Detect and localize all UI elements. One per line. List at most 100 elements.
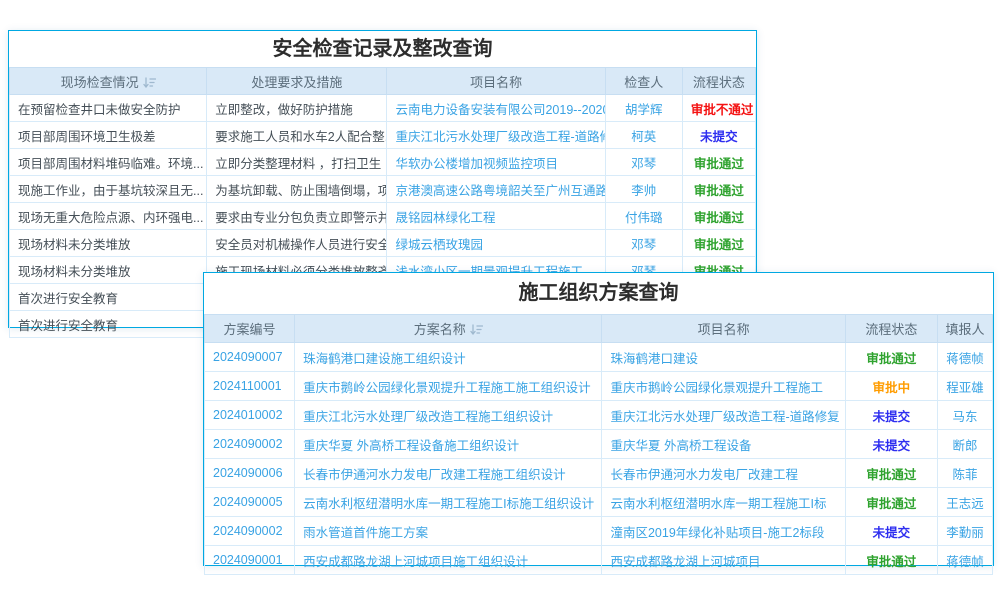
cell-inspector[interactable]: 邓琴 [605, 149, 682, 176]
cell-status: 未提交 [682, 122, 755, 149]
cell-inspection: 首次进行安全教育 [10, 284, 207, 311]
cell-inspector[interactable]: 李帅 [605, 176, 682, 203]
cell-status: 未提交 [845, 517, 937, 546]
cell-plan-name[interactable]: 西安成都路龙湖上河城项目施工组织设计 [295, 546, 602, 575]
cell-project-link[interactable]: 京港澳高速公路粤境韶关至广州互通路面改造 [387, 176, 605, 203]
safety-header-row: 现场检查情况 处理要求及措施 项目名称 检查人 流程状态 [10, 68, 756, 95]
cell-plan-no[interactable]: 2024090005 [205, 488, 295, 517]
construction-plan-panel: 施工组织方案查询 方案编号 方案名称 项目名称 流程状态 填报人 2024090… [203, 272, 994, 566]
cell-inspector[interactable]: 付伟璐 [605, 203, 682, 230]
cell-reporter[interactable]: 马东 [937, 401, 992, 430]
cell-inspector[interactable]: 邓琴 [605, 230, 682, 257]
column-header-status: 流程状态 [845, 315, 937, 343]
cell-project-link[interactable]: 云南电力设备安装有限公司2019--2020年度 [387, 95, 605, 122]
cell-project-link[interactable]: 潼南区2019年绿化补贴项目-施工2标段 [602, 517, 845, 546]
column-header-reporter: 填报人 [937, 315, 992, 343]
table-row: 2024090005云南水利枢纽潜明水库一期工程施工I标施工组织设计云南水利枢纽… [205, 488, 993, 517]
cell-project-link[interactable]: 珠海鹤港口建设 [602, 343, 845, 372]
cell-status: 审批通过 [845, 343, 937, 372]
plan-table-body: 2024090007珠海鹤港口建设施工组织设计珠海鹤港口建设审批通过蒋德帧202… [205, 343, 993, 575]
cell-plan-no[interactable]: 2024090002 [205, 430, 295, 459]
column-header-label: 现场检查情况 [61, 75, 139, 90]
cell-status: 未提交 [845, 401, 937, 430]
cell-reporter[interactable]: 陈菲 [937, 459, 992, 488]
table-row: 在预留检查井口未做安全防护立即整改，做好防护措施云南电力设备安装有限公司2019… [10, 95, 756, 122]
cell-reporter[interactable]: 断郎 [937, 430, 992, 459]
plan-header-row: 方案编号 方案名称 项目名称 流程状态 填报人 [205, 315, 993, 343]
cell-status: 审批不通过 [682, 95, 755, 122]
cell-project-link[interactable]: 长春市伊通河水力发电厂改建工程 [602, 459, 845, 488]
cell-status: 审批通过 [682, 176, 755, 203]
table-row: 现场材料未分类堆放安全员对机械操作人员进行安全...绿城云栖玫瑰园邓琴审批通过 [10, 230, 756, 257]
cell-plan-no[interactable]: 2024090001 [205, 546, 295, 575]
cell-inspection: 现场无重大危险点源、内环强电... [10, 203, 207, 230]
column-header-status: 流程状态 [682, 68, 755, 95]
table-row: 现场无重大危险点源、内环强电...要求由专业分包负责立即警示并...晟铭园林绿化… [10, 203, 756, 230]
column-header-plan-name[interactable]: 方案名称 [295, 315, 602, 343]
table-row: 2024090001西安成都路龙湖上河城项目施工组织设计西安成都路龙湖上河城项目… [205, 546, 993, 575]
cell-plan-no[interactable]: 2024090006 [205, 459, 295, 488]
cell-measure: 安全员对机械操作人员进行安全... [207, 230, 387, 257]
table-row: 2024110001重庆市鹅岭公园绿化景观提升工程施工施工组织设计重庆市鹅岭公园… [205, 372, 993, 401]
table-row: 2024010002重庆江北污水处理厂级改造工程施工组织设计重庆江北污水处理厂级… [205, 401, 993, 430]
cell-project-link[interactable]: 云南水利枢纽潜明水库一期工程施工I标 [602, 488, 845, 517]
column-header-label: 方案名称 [414, 322, 466, 337]
cell-plan-no[interactable]: 2024090007 [205, 343, 295, 372]
cell-plan-no[interactable]: 2024010002 [205, 401, 295, 430]
table-row: 2024090002重庆华夏 外高桥工程设备施工组织设计重庆华夏 外高桥工程设备… [205, 430, 993, 459]
cell-project-link[interactable]: 绿城云栖玫瑰园 [387, 230, 605, 257]
sort-descending-icon[interactable] [143, 77, 156, 88]
cell-plan-name[interactable]: 长春市伊通河水力发电厂改建工程施工组织设计 [295, 459, 602, 488]
cell-measure: 要求由专业分包负责立即警示并... [207, 203, 387, 230]
column-header-measure: 处理要求及措施 [207, 68, 387, 95]
cell-reporter[interactable]: 王志远 [937, 488, 992, 517]
cell-status: 审批通过 [845, 546, 937, 575]
cell-inspection: 现施工作业，由于基坑较深且无... [10, 176, 207, 203]
cell-inspection: 首次进行安全教育 [10, 311, 207, 338]
cell-plan-name[interactable]: 雨水管道首件施工方案 [295, 517, 602, 546]
column-header-plan-no: 方案编号 [205, 315, 295, 343]
cell-reporter[interactable]: 李勤丽 [937, 517, 992, 546]
table-row: 2024090006长春市伊通河水力发电厂改建工程施工组织设计长春市伊通河水力发… [205, 459, 993, 488]
cell-project-link[interactable]: 晟铭园林绿化工程 [387, 203, 605, 230]
cell-reporter[interactable]: 蒋德帧 [937, 546, 992, 575]
cell-plan-name[interactable]: 重庆华夏 外高桥工程设备施工组织设计 [295, 430, 602, 459]
cell-project-link[interactable]: 重庆江北污水处理厂级改造工程-道路修复 [602, 401, 845, 430]
cell-project-link[interactable]: 西安成都路龙湖上河城项目 [602, 546, 845, 575]
column-header-inspection[interactable]: 现场检查情况 [10, 68, 207, 95]
cell-plan-no[interactable]: 2024110001 [205, 372, 295, 401]
cell-plan-no[interactable]: 2024090002 [205, 517, 295, 546]
cell-plan-name[interactable]: 珠海鹤港口建设施工组织设计 [295, 343, 602, 372]
sort-descending-icon[interactable] [470, 324, 483, 335]
cell-inspection: 现场材料未分类堆放 [10, 230, 207, 257]
cell-inspection: 项目部周围材料堆码临难。环境... [10, 149, 207, 176]
cell-measure: 为基坑卸载、防止围墙倒塌，项... [207, 176, 387, 203]
cell-measure: 立即整改，做好防护措施 [207, 95, 387, 122]
cell-status: 审批通过 [682, 230, 755, 257]
table-row: 项目部周围材料堆码临难。环境...立即分类整理材料 ，打扫卫生华软办公楼增加视频… [10, 149, 756, 176]
cell-plan-name[interactable]: 云南水利枢纽潜明水库一期工程施工I标施工组织设计 [295, 488, 602, 517]
cell-inspector[interactable]: 柯英 [605, 122, 682, 149]
column-header-project: 项目名称 [387, 68, 605, 95]
cell-reporter[interactable]: 蒋德帧 [937, 343, 992, 372]
table-row: 2024090007珠海鹤港口建设施工组织设计珠海鹤港口建设审批通过蒋德帧 [205, 343, 993, 372]
cell-project-link[interactable]: 重庆华夏 外高桥工程设备 [602, 430, 845, 459]
cell-measure: 要求施工人员和水车2人配合整... [207, 122, 387, 149]
column-header-project: 项目名称 [602, 315, 845, 343]
cell-reporter[interactable]: 程亚雄 [937, 372, 992, 401]
cell-inspector[interactable]: 胡学辉 [605, 95, 682, 122]
cell-status: 审批通过 [682, 203, 755, 230]
cell-status: 未提交 [845, 430, 937, 459]
cell-status: 审批通过 [845, 459, 937, 488]
cell-status: 审批通过 [682, 149, 755, 176]
cell-project-link[interactable]: 重庆市鹅岭公园绿化景观提升工程施工 [602, 372, 845, 401]
plan-table: 方案编号 方案名称 项目名称 流程状态 填报人 2024090007珠海鹤港口建… [204, 314, 993, 575]
cell-project-link[interactable]: 华软办公楼增加视频监控项目 [387, 149, 605, 176]
cell-project-link[interactable]: 重庆江北污水处理厂级改造工程-道路修复 [387, 122, 605, 149]
cell-status: 审批中 [845, 372, 937, 401]
cell-inspection: 现场材料未分类堆放 [10, 257, 207, 284]
cell-measure: 立即分类整理材料 ，打扫卫生 [207, 149, 387, 176]
cell-plan-name[interactable]: 重庆江北污水处理厂级改造工程施工组织设计 [295, 401, 602, 430]
cell-plan-name[interactable]: 重庆市鹅岭公园绿化景观提升工程施工施工组织设计 [295, 372, 602, 401]
table-row: 现施工作业，由于基坑较深且无...为基坑卸载、防止围墙倒塌，项...京港澳高速公… [10, 176, 756, 203]
